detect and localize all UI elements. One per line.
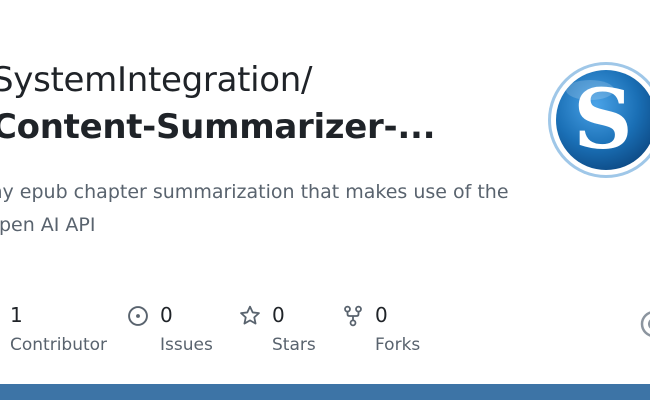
github-logo-icon — [640, 311, 650, 337]
contributors-count: 1 — [10, 303, 23, 327]
contributors-label: Contributor — [10, 335, 108, 355]
star-icon — [240, 305, 260, 325]
owner-logo: S — [548, 62, 650, 178]
issues-label: Issues — [160, 335, 213, 355]
repo-name[interactable]: Content-Summarizer-... — [0, 107, 435, 147]
issue-opened-icon — [128, 306, 148, 326]
repo-description: my epub chapter summarization that makes… — [0, 181, 509, 236]
repo-owner-path[interactable]: SystemIntegration/ — [0, 60, 313, 100]
stars-label: Stars — [272, 335, 316, 355]
issues-count: 0 — [160, 303, 173, 327]
forks-count: 0 — [375, 303, 388, 327]
language-bar — [0, 384, 650, 400]
fork-icon — [344, 305, 362, 327]
stars-count: 0 — [272, 303, 285, 327]
forks-label: Forks — [375, 335, 421, 355]
